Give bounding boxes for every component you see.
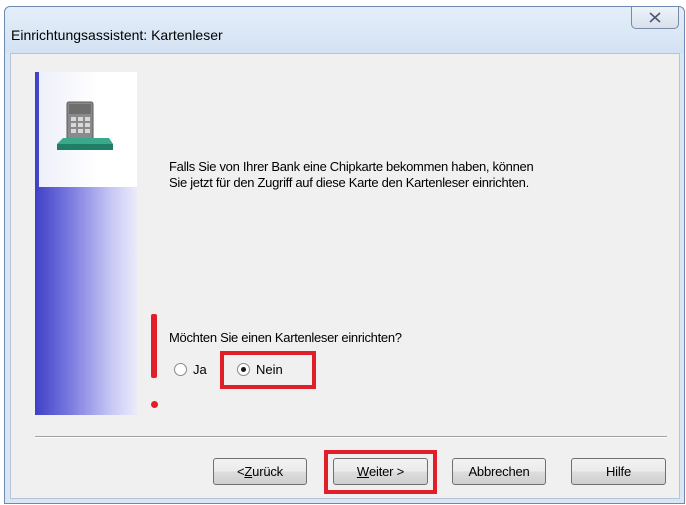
radio-nein[interactable] bbox=[237, 362, 250, 376]
back-button-accel: Z bbox=[244, 464, 253, 479]
close-button[interactable] bbox=[631, 7, 679, 29]
wizard-side-banner bbox=[35, 72, 137, 415]
radio-ja-label: Ja bbox=[193, 361, 207, 377]
wizard-description: Falls Sie von Ihrer Bank eine Chipkarte … bbox=[169, 159, 639, 191]
back-button-prefix: < bbox=[237, 464, 245, 479]
setup-question: Möchten Sie einen Kartenleser einrichten… bbox=[169, 330, 402, 345]
description-line-2: Sie jetzt für den Zugriff auf diese Kart… bbox=[169, 175, 529, 190]
back-button-rest: urück bbox=[252, 464, 283, 479]
back-button[interactable]: < Zurück bbox=[213, 458, 307, 485]
wizard-window: Einrichtungsassistent: Kartenleser Falls… bbox=[4, 6, 685, 504]
radio-option-ja[interactable]: Ja bbox=[174, 360, 207, 378]
description-line-1: Falls Sie von Ihrer Bank eine Chipkarte … bbox=[169, 159, 534, 174]
wizard-client-area: Falls Sie von Ihrer Bank eine Chipkarte … bbox=[10, 53, 680, 499]
window-title: Einrichtungsassistent: Kartenleser bbox=[11, 27, 223, 43]
wizard-header-image bbox=[39, 72, 137, 187]
radio-ja[interactable] bbox=[174, 362, 187, 376]
next-button-rest: eiter > bbox=[368, 464, 405, 479]
next-button[interactable]: Weiter > bbox=[333, 458, 428, 485]
button-separator bbox=[35, 436, 667, 438]
help-button[interactable]: Hilfe bbox=[571, 458, 666, 485]
radio-option-nein[interactable]: Nein bbox=[237, 360, 283, 378]
next-button-accel: W bbox=[356, 464, 369, 479]
close-icon bbox=[649, 10, 661, 26]
exclamation-mark-bar bbox=[151, 314, 157, 378]
title-bar: Einrichtungsassistent: Kartenleser bbox=[5, 7, 684, 53]
exclamation-mark-dot bbox=[151, 401, 158, 408]
card-reader-icon bbox=[57, 101, 113, 150]
cancel-button[interactable]: Abbrechen bbox=[452, 458, 546, 485]
radio-nein-label: Nein bbox=[256, 361, 283, 377]
